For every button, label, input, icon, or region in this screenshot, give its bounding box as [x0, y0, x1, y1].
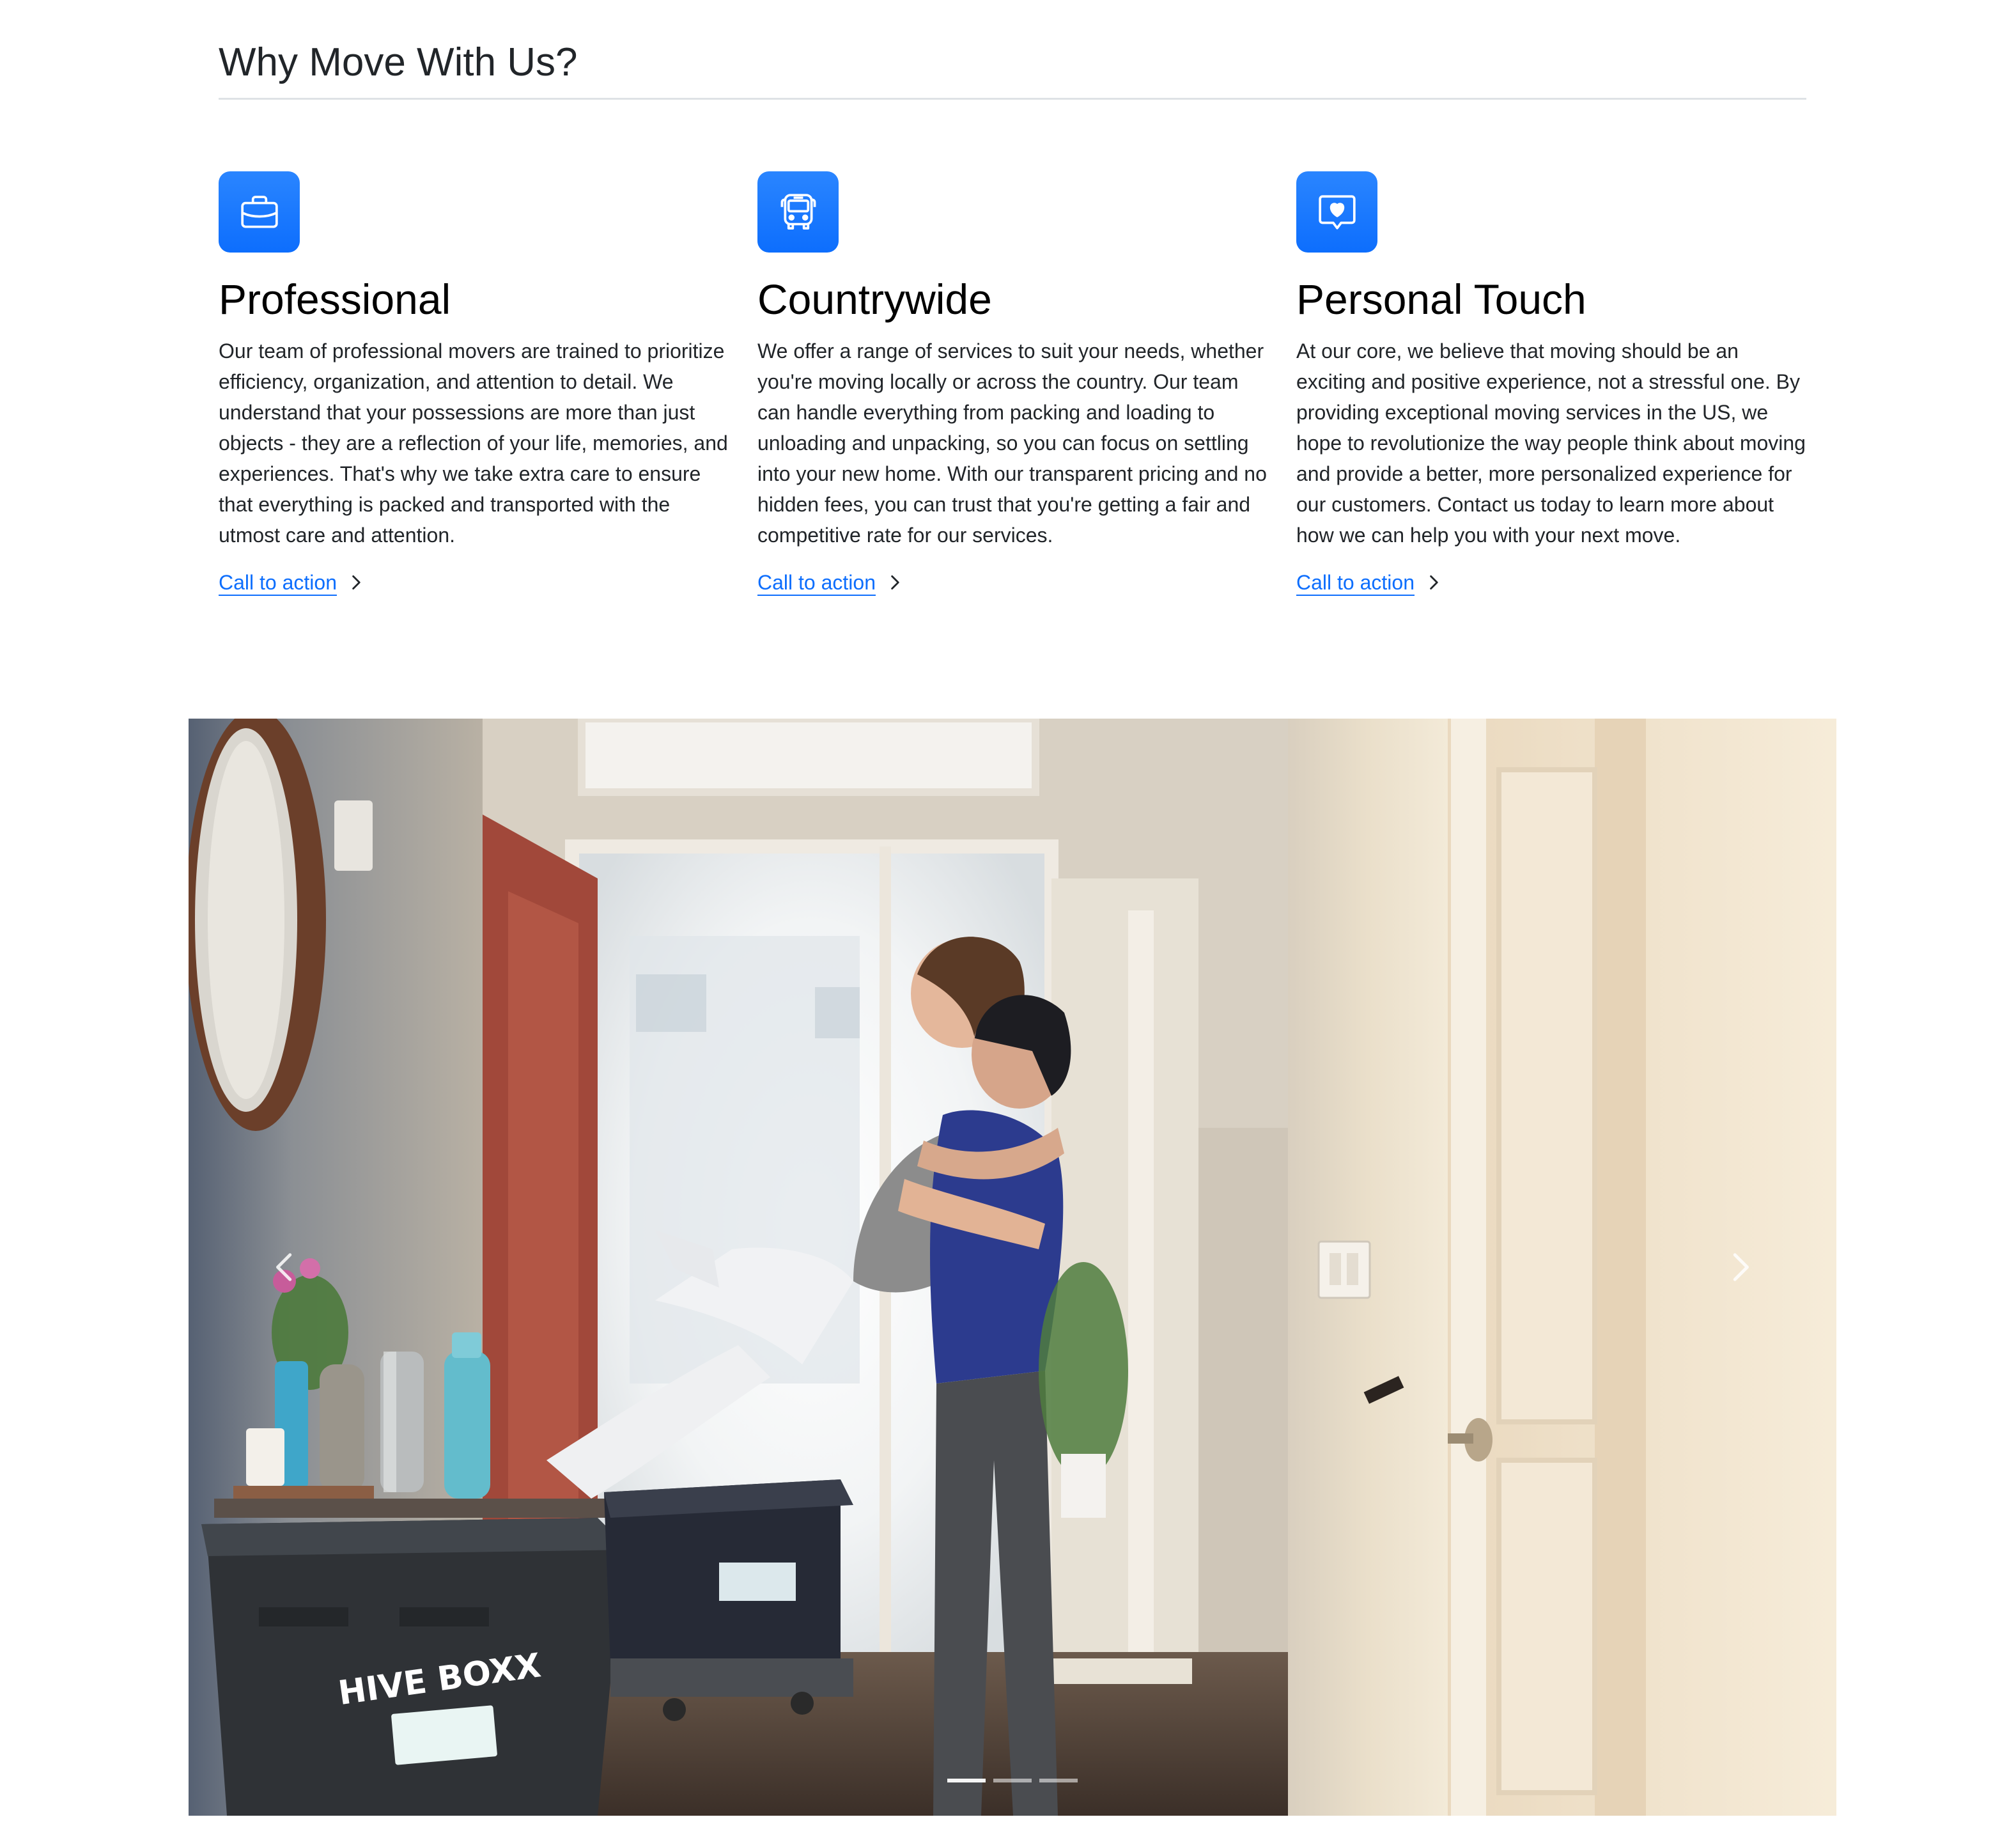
feature-text: At our core, we believe that moving shou…	[1296, 339, 1806, 547]
chevron-right-icon	[352, 575, 361, 589]
cta-label: Call to action	[1296, 570, 1415, 594]
feature-text: We offer a range of services to suit you…	[757, 339, 1267, 547]
bus-icon	[757, 171, 839, 253]
chevron-left-icon	[276, 1253, 292, 1281]
chevron-right-icon	[891, 575, 899, 589]
cta-label: Call to action	[219, 570, 337, 594]
chevron-right-icon	[1430, 575, 1438, 589]
carousel-slide-image: HIVE BOXX	[189, 719, 1836, 1816]
carousel-indicator-1[interactable]	[947, 1779, 986, 1782]
feature-professional: Professional Our team of professional mo…	[219, 171, 730, 595]
call-to-action-link[interactable]: Call to action	[757, 570, 904, 595]
call-to-action-link[interactable]: Call to action	[219, 570, 365, 595]
chevron-right-icon	[1733, 1253, 1749, 1281]
call-to-action-link[interactable]: Call to action	[1296, 570, 1443, 595]
feature-title: Countrywide	[757, 276, 992, 323]
carousel-next-button[interactable]	[1645, 719, 1836, 1816]
carousel-indicators	[189, 1779, 1836, 1782]
feature-countrywide: Countrywide We offer a range of services…	[757, 171, 1269, 595]
chat-heart-icon	[1296, 171, 1377, 253]
carousel-indicator-2[interactable]	[993, 1779, 1032, 1782]
image-carousel[interactable]: HIVE BOXX	[189, 719, 1836, 1816]
section-title: Why Move With Us?	[219, 40, 578, 84]
feature-title: Professional	[219, 276, 451, 323]
carousel-indicator-3[interactable]	[1039, 1779, 1078, 1782]
cta-label: Call to action	[757, 570, 876, 594]
section-header: Why Move With Us?	[219, 36, 1806, 100]
briefcase-icon	[219, 171, 300, 253]
feature-title: Personal Touch	[1296, 276, 1586, 323]
carousel-prev-button[interactable]	[189, 719, 380, 1816]
feature-text: Our team of professional movers are trai…	[219, 339, 728, 547]
feature-personal-touch: Personal Touch At our core, we believe t…	[1296, 171, 1808, 595]
